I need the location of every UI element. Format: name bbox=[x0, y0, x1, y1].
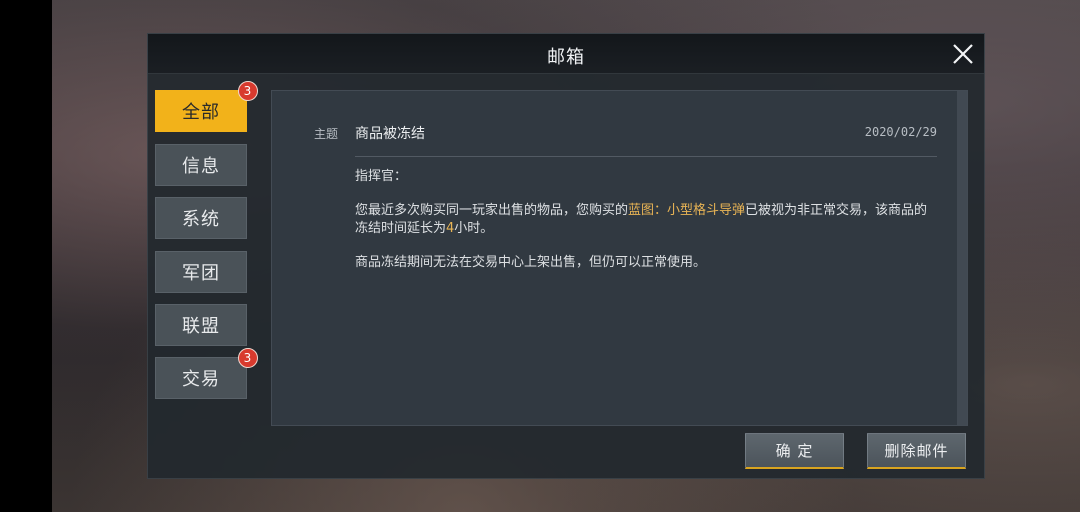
text-segment: 小时。 bbox=[454, 221, 494, 236]
tab-legion[interactable]: 军团 bbox=[155, 251, 247, 293]
mail-paragraph-2: 商品冻结期间无法在交易中心上架出售，但仍可以正常使用。 bbox=[355, 255, 707, 270]
close-icon bbox=[953, 44, 973, 64]
tab-label: 联盟 bbox=[182, 316, 220, 337]
subject-key: 主题 bbox=[314, 127, 339, 141]
tab-label: 交易 bbox=[182, 369, 220, 390]
tab-all[interactable]: 全部 3 bbox=[155, 81, 258, 132]
divider bbox=[355, 156, 937, 157]
mail-date: 2020/02/29 bbox=[864, 125, 937, 139]
mail-subject: 商品被冻结 bbox=[355, 126, 425, 142]
item-link: 蓝图：小型格斗导弹 bbox=[628, 203, 746, 218]
unread-badge: 3 bbox=[238, 348, 258, 368]
confirm-button[interactable]: 确 定 bbox=[745, 433, 844, 469]
tab-info[interactable]: 信息 bbox=[155, 144, 247, 186]
tab-trade[interactable]: 交易 3 bbox=[155, 348, 258, 399]
scrollbar[interactable] bbox=[957, 91, 967, 425]
tab-label: 全部 bbox=[182, 102, 220, 123]
mail-paragraph-1: 您最近多次购买同一玩家出售的物品，您购买的蓝图：小型格斗导弹已被视为非正常交易，… bbox=[355, 202, 935, 238]
screen-edge bbox=[0, 0, 52, 512]
close-button[interactable] bbox=[950, 41, 976, 67]
title-bar: 邮箱 bbox=[148, 34, 984, 74]
tab-system[interactable]: 系统 bbox=[155, 197, 247, 239]
delete-mail-button[interactable]: 删除邮件 bbox=[867, 433, 966, 469]
mail-content-panel: 主题 商品被冻结 2020/02/29 指挥官： 您最近多次购买同一玩家出售的物… bbox=[271, 90, 968, 426]
unread-badge: 3 bbox=[238, 81, 258, 101]
tab-label: 军团 bbox=[182, 263, 220, 284]
tab-alliance[interactable]: 联盟 bbox=[155, 304, 247, 346]
tab-label: 信息 bbox=[182, 156, 220, 177]
text-segment: 您最近多次购买同一玩家出售的物品，您购买的 bbox=[355, 203, 629, 218]
tab-label: 系统 bbox=[182, 209, 220, 230]
window-title: 邮箱 bbox=[547, 47, 585, 68]
mailbox-window: 邮箱 全部 3 信息 系统 军团 联盟 交易 3 主题 商品被冻结 2020/0… bbox=[147, 33, 985, 479]
mail-greeting: 指挥官： bbox=[355, 169, 408, 184]
